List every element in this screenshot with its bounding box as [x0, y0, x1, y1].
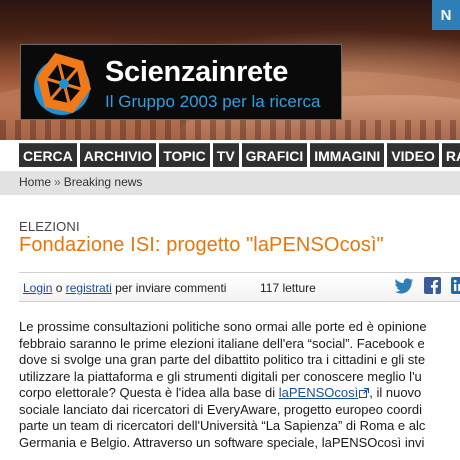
or-text: o: [52, 281, 66, 295]
lapensocosi-link[interactable]: laPENSOcosì: [279, 385, 358, 400]
breadcrumb: Home» Breaking news: [19, 175, 142, 189]
nav-items: CERCA ARCHIVIO TOPIC TV GRAFICI IMMAGINI…: [19, 143, 460, 167]
nav-item-immagini[interactable]: IMMAGINI: [310, 143, 385, 167]
breadcrumb-home[interactable]: Home: [19, 175, 51, 189]
twitter-icon[interactable]: [394, 277, 414, 294]
body-line: febbraio saranno le prime elezioni itali…: [19, 335, 425, 351]
site-logo[interactable]: Scienzainrete Il Gruppo 2003 per la rice…: [20, 44, 342, 120]
breadcrumb-separator: »: [54, 175, 61, 189]
article-category[interactable]: ELEZIONI: [19, 219, 80, 234]
nav-item-ras[interactable]: RAS: [441, 143, 460, 167]
nav-item-video[interactable]: VIDEO: [387, 143, 439, 167]
main-nav: CERCA ARCHIVIO TOPIC TV GRAFICI IMMAGINI…: [0, 140, 460, 170]
body-line-start: corpo elettorale? Questa è l'idea alla b…: [19, 385, 279, 400]
facebook-icon[interactable]: [424, 277, 441, 294]
body-line: Germania e Belgio. Attraverso un softwar…: [19, 434, 425, 450]
body-line-end: , il nuovo: [369, 385, 422, 400]
linkedin-icon[interactable]: [451, 277, 460, 294]
body-line: sociale lanciato dai ricercatori di Ever…: [19, 401, 422, 417]
external-link-icon: [359, 388, 370, 398]
breadcrumb-current[interactable]: Breaking news: [64, 175, 143, 189]
language-tab[interactable]: N: [432, 0, 460, 30]
nav-item-grafici[interactable]: GRAFICI: [241, 143, 308, 167]
nav-item-archivio[interactable]: ARCHIVIO: [79, 143, 157, 167]
body-line: parte un team di ricercatori dell'Univer…: [19, 418, 426, 433]
login-link[interactable]: Login: [23, 281, 52, 295]
register-link[interactable]: registrati: [66, 281, 112, 295]
nav-item-topic[interactable]: TOPIC: [159, 143, 210, 167]
comment-text: per inviare commenti: [111, 281, 227, 295]
logo-subtitle: Il Gruppo 2003 per la ricerca: [105, 92, 321, 111]
article-meta-bar: Login o registrati per inviare commenti …: [19, 272, 460, 302]
share-icons: [394, 277, 460, 294]
banner-rocks: [0, 120, 460, 140]
body-line: Le prossime consultazioni politiche sono…: [19, 319, 427, 334]
nav-item-tv[interactable]: TV: [212, 143, 239, 167]
header-banner: N Scienzainrete Il Gruppo 2003 per la ri…: [0, 0, 460, 140]
read-count: 117 letture: [260, 281, 316, 295]
article-title: Fondazione ISI: progetto "laPENSOcosì": [19, 234, 384, 256]
breadcrumb-bar: Home» Breaking news: [0, 171, 460, 195]
body-line: dove si svolge una gran parte del dibatt…: [19, 352, 426, 367]
body-line-with-link: corpo elettorale? Questa è l'idea alla b…: [19, 385, 460, 402]
nav-item-cerca[interactable]: CERCA: [19, 143, 77, 167]
article-body: Le prossime consultazioni politiche sono…: [19, 319, 460, 451]
body-line: utilizzare la piattaforma e gli strument…: [19, 368, 422, 384]
logo-network-icon: [34, 53, 91, 115]
comment-prompt: Login o registrati per inviare commenti: [23, 281, 226, 295]
logo-title: Scienzainrete: [105, 56, 289, 88]
